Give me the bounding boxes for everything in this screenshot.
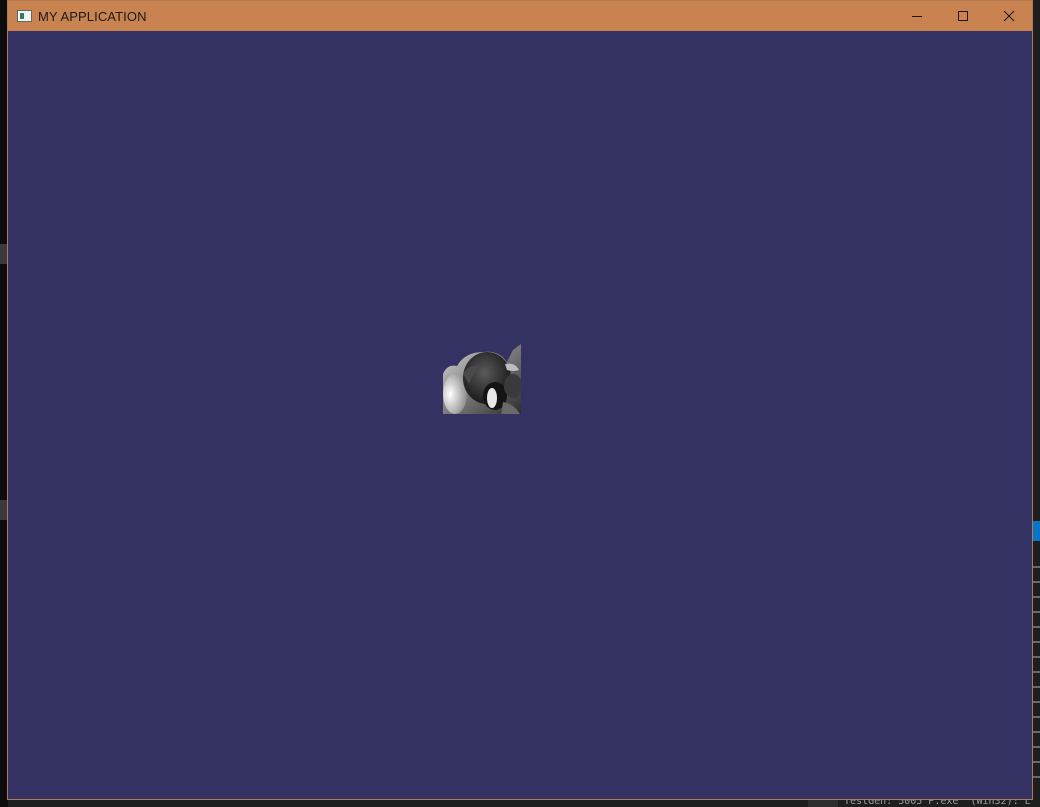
minimize-button[interactable] bbox=[894, 1, 940, 31]
app-window: MY APPLICATION bbox=[7, 0, 1033, 800]
maximize-icon bbox=[958, 11, 968, 21]
caption-buttons bbox=[894, 1, 1032, 31]
close-button[interactable] bbox=[986, 1, 1032, 31]
minimize-icon bbox=[912, 16, 922, 17]
rendered-sprite bbox=[443, 344, 521, 416]
window-title: MY APPLICATION bbox=[38, 8, 147, 24]
maximize-button[interactable] bbox=[940, 1, 986, 31]
app-window-icon[interactable] bbox=[17, 10, 32, 22]
title-bar[interactable]: MY APPLICATION bbox=[8, 1, 1032, 31]
background-accent-bar bbox=[1032, 521, 1040, 541]
close-icon bbox=[1003, 10, 1015, 22]
render-viewport[interactable] bbox=[8, 31, 1032, 799]
background-output-lines bbox=[1032, 560, 1040, 790]
